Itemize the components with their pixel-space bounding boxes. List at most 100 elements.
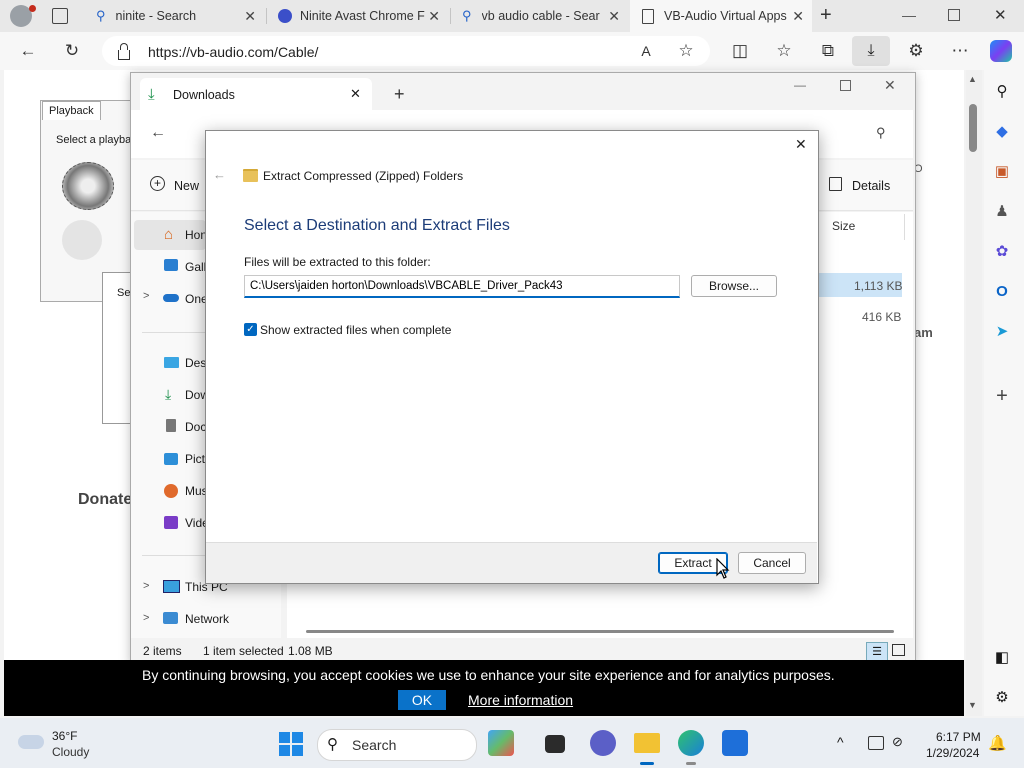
zip-folder-icon xyxy=(243,169,258,182)
tiles-view-icon[interactable] xyxy=(892,644,905,656)
weather-desc[interactable]: Cloudy xyxy=(52,745,89,759)
chevron-right-icon[interactable]: > xyxy=(143,612,149,624)
nav-item-documents[interactable]: Doc xyxy=(185,420,206,434)
search-icon[interactable]: ⚲ xyxy=(990,80,1014,104)
add-icon[interactable]: + xyxy=(990,384,1014,408)
outlook-icon[interactable]: O xyxy=(990,280,1014,304)
search-downloads-icon[interactable]: ⚲ xyxy=(876,125,886,141)
file-explorer-taskbar-icon[interactable] xyxy=(634,733,660,753)
chevron-right-icon[interactable]: > xyxy=(143,290,149,302)
tab-label: VB-Audio Virtual Apps xyxy=(664,9,787,23)
clock-date[interactable]: 1/29/2024 xyxy=(926,746,979,760)
volume-muted-icon[interactable]: ⊘ xyxy=(892,734,903,750)
details-icon[interactable] xyxy=(829,177,842,191)
sidebar-layout-icon[interactable]: ◧ xyxy=(990,646,1014,670)
page-scrollbar[interactable] xyxy=(966,70,982,716)
tab-vb-audio-apps[interactable]: VB-Audio Virtual Apps ✕ xyxy=(630,0,812,32)
copilot-icon[interactable] xyxy=(990,40,1012,62)
send-icon[interactable]: ➤ xyxy=(990,320,1014,344)
download-icon: ⤓ xyxy=(148,86,155,103)
close-icon[interactable]: ✕ xyxy=(428,8,448,25)
close-icon[interactable]: ✕ xyxy=(608,8,628,25)
tab-actions-icon[interactable] xyxy=(52,8,68,24)
select-playback-text: Select a playba xyxy=(56,134,132,146)
back-arrow-icon[interactable]: ← xyxy=(213,167,226,182)
tools-icon[interactable]: ▣ xyxy=(990,160,1014,184)
speaker-icon xyxy=(62,220,102,260)
minimize-button[interactable]: — xyxy=(902,7,916,23)
show-files-checkbox[interactable]: ✓ xyxy=(244,323,257,336)
url-text[interactable]: https://vb-audio.com/Cable/ xyxy=(148,44,318,60)
network-tray-icon[interactable] xyxy=(868,736,884,750)
shopping-icon[interactable]: ◆ xyxy=(990,120,1014,144)
close-icon[interactable]: ✕ xyxy=(792,8,812,25)
chevron-right-icon[interactable]: > xyxy=(143,580,149,592)
details-view-icon[interactable]: ☰ xyxy=(866,642,888,662)
restore-button[interactable] xyxy=(948,9,960,21)
new-button[interactable]: New xyxy=(174,179,199,193)
notifications-bell-icon[interactable]: 🔔 xyxy=(988,734,1007,752)
partial-text: am xyxy=(914,325,933,340)
se-text: Se xyxy=(117,287,131,299)
playback-tab: Playback xyxy=(42,101,101,120)
performance-icon[interactable]: ⚙ xyxy=(902,37,930,65)
more-information-link[interactable]: More information xyxy=(468,692,573,708)
collections-icon[interactable]: ⧉ xyxy=(814,37,842,65)
tab-vb-audio-search[interactable]: ⚲ vb audio cable - Searc ✕ xyxy=(452,0,628,32)
refresh-button[interactable]: ↻ xyxy=(58,37,86,65)
downloads-button[interactable]: ⤓ xyxy=(852,36,890,66)
task-view-icon[interactable] xyxy=(545,735,565,753)
tab-ninite-search[interactable]: ⚲ ninite - Search ✕ xyxy=(84,0,264,32)
nav-item-pictures[interactable]: Pict xyxy=(185,452,205,466)
start-button[interactable] xyxy=(279,732,303,756)
maximize-button[interactable] xyxy=(840,80,851,91)
settings-icon[interactable]: ⚙ xyxy=(990,686,1014,710)
show-files-label[interactable]: Show extracted files when complete xyxy=(260,323,451,337)
close-window-button[interactable]: ✕ xyxy=(884,77,896,94)
taskbar-search-label[interactable]: Search xyxy=(352,737,396,753)
close-icon[interactable]: ✕ xyxy=(350,86,361,102)
teams-icon[interactable] xyxy=(590,730,616,756)
favorite-star-icon[interactable]: ☆ xyxy=(672,37,700,65)
column-header-size[interactable]: Size xyxy=(832,219,855,233)
documents-icon xyxy=(166,419,176,432)
games-icon[interactable]: ♟ xyxy=(990,200,1014,224)
nav-item-gallery[interactable]: Gall xyxy=(185,260,206,274)
destination-path-input[interactable] xyxy=(244,275,680,298)
chevron-up-icon[interactable]: ^ xyxy=(837,734,844,750)
clock-time[interactable]: 6:17 PM xyxy=(936,730,981,744)
music-icon xyxy=(164,484,178,498)
new-icon[interactable]: + xyxy=(150,176,165,191)
scroll-up-arrow[interactable]: ▲ xyxy=(968,74,977,84)
browse-button[interactable]: Browse... xyxy=(691,275,777,297)
store-icon[interactable] xyxy=(722,730,748,756)
tab-ninite-avast[interactable]: Ninite Avast Chrome F ✕ xyxy=(268,0,448,32)
favorites-icon[interactable]: ☆ xyxy=(770,37,798,65)
close-icon[interactable]: ✕ xyxy=(795,136,807,153)
new-tab-button[interactable]: + xyxy=(394,84,405,105)
horizontal-scrollbar[interactable] xyxy=(306,630,894,633)
cancel-button[interactable]: Cancel xyxy=(738,552,806,574)
edge-icon[interactable] xyxy=(678,730,704,756)
read-aloud-icon[interactable]: A xyxy=(632,37,660,65)
close-window-button[interactable]: ✕ xyxy=(994,6,1007,24)
details-button[interactable]: Details xyxy=(852,179,890,193)
more-menu-icon[interactable]: ⋯ xyxy=(946,37,974,65)
close-icon[interactable]: ✕ xyxy=(244,8,264,25)
scroll-thumb[interactable] xyxy=(969,104,977,152)
status-selected: 1 item selected xyxy=(203,644,284,658)
cookie-ok-button[interactable]: OK xyxy=(398,690,446,710)
weather-temp[interactable]: 36°F xyxy=(52,729,77,743)
widgets-icon[interactable] xyxy=(488,730,514,756)
active-app-indicator xyxy=(640,762,654,765)
m365-icon[interactable]: ✿ xyxy=(990,240,1014,264)
back-button[interactable]: ← xyxy=(14,37,42,65)
split-screen-icon[interactable]: ◫ xyxy=(726,37,754,65)
new-tab-button[interactable]: + xyxy=(820,4,832,27)
cloud-icon xyxy=(18,735,44,749)
minimize-button[interactable]: — xyxy=(794,78,806,92)
scroll-down-arrow[interactable]: ▼ xyxy=(968,700,977,710)
back-button[interactable]: ← xyxy=(150,124,166,142)
nav-item-network[interactable]: Network xyxy=(185,612,229,626)
taskbar-search-box[interactable] xyxy=(317,729,477,761)
